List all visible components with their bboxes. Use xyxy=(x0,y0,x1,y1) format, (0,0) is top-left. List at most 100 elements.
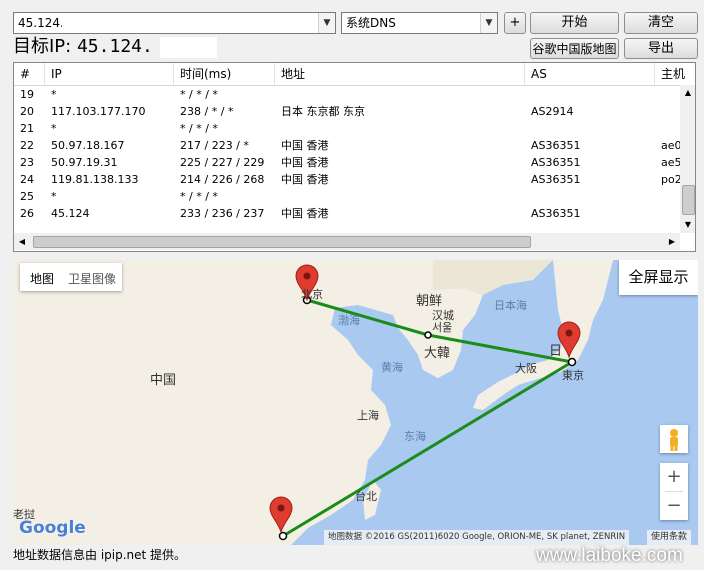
cell-ip: * xyxy=(51,88,57,101)
cell-as xyxy=(525,188,531,205)
scroll-thumb-horizontal[interactable] xyxy=(33,236,531,248)
cell-host xyxy=(655,120,661,137)
start-button[interactable]: 开始 xyxy=(530,12,619,34)
table-row[interactable]: 25 * * / * / * xyxy=(14,188,695,205)
column-header-address[interactable]: 地址 xyxy=(275,63,525,85)
cell-time: * / * / * xyxy=(180,190,218,203)
cell-host: po2 xyxy=(661,173,682,186)
cell-as: AS36351 xyxy=(531,207,581,220)
cell-as: AS36351 xyxy=(531,156,581,169)
cell-host: ae5 xyxy=(661,156,682,169)
target-ip-redaction xyxy=(160,37,217,58)
chevron-down-icon[interactable]: ▼ xyxy=(480,13,497,33)
map-label-tokyo: 東京 xyxy=(562,369,584,382)
cell-as: AS2914 xyxy=(531,105,574,118)
table-row[interactable]: 23 50.97.19.31 225 / 227 / 229 中国 香港 AS36351… xyxy=(14,154,695,171)
cell-address: 中国 香港 xyxy=(281,207,329,220)
route-node-seoul xyxy=(424,331,432,339)
cell-num: 20 xyxy=(20,105,34,118)
cell-as: AS36351 xyxy=(531,139,581,152)
cell-num: 22 xyxy=(20,139,34,152)
scroll-left-arrow[interactable]: ◀ xyxy=(14,233,30,250)
map-label-beijing: 北京 xyxy=(301,288,323,301)
host-redaction xyxy=(62,16,106,30)
route-map[interactable]: 北京 渤海 朝鲜 汉城 서울 大韓 日本海 日 東京 大阪 中国 黄海 上海 东… xyxy=(13,260,698,545)
clear-button[interactable]: 清空 xyxy=(624,12,698,34)
table-row[interactable]: 19 * * / * / * xyxy=(14,86,695,103)
cell-time: * / * / * xyxy=(180,88,218,101)
dns-value: 系统DNS xyxy=(346,16,396,30)
export-button[interactable]: 导出 xyxy=(624,38,698,59)
add-button[interactable]: + xyxy=(504,12,526,34)
map-label-yellow-sea: 黄海 xyxy=(381,361,403,374)
map-attribution: 地图数据 ©2016 GS(2011)6020 Google, ORION-ME… xyxy=(324,530,630,545)
chevron-down-icon[interactable]: ▼ xyxy=(318,13,335,33)
table-row[interactable]: 26 45.124 233 / 236 / 237 中国 香港 AS36351 xyxy=(14,205,695,222)
column-header-time[interactable]: 时间(ms) xyxy=(174,63,275,85)
cell-host xyxy=(655,103,661,120)
zoom-in-button[interactable]: + xyxy=(660,463,688,491)
column-header-host[interactable]: 主机 xyxy=(655,63,695,85)
cell-ip: 50.97.18.167 xyxy=(51,139,125,152)
column-header-num[interactable]: # xyxy=(14,63,45,85)
map-label-east-sea: 东海 xyxy=(404,430,426,443)
cell-ip: * xyxy=(51,190,57,203)
table-row[interactable]: 21 * * / * / * xyxy=(14,120,695,137)
cell-num: 21 xyxy=(20,122,34,135)
scroll-down-arrow[interactable]: ▼ xyxy=(680,217,695,233)
scroll-thumb-vertical[interactable] xyxy=(682,185,695,215)
terms-link[interactable]: 使用条款 xyxy=(647,530,692,545)
horizontal-scrollbar[interactable]: ◀ ▶ xyxy=(14,233,680,250)
cell-time: 238 / * / * xyxy=(180,105,234,118)
pegman-svg xyxy=(670,429,678,451)
scroll-up-arrow[interactable]: ▲ xyxy=(680,85,695,101)
cell-num: 24 xyxy=(20,173,34,186)
watermark: www.laiboke.com xyxy=(536,545,683,566)
cell-num: 25 xyxy=(20,190,34,203)
street-view-pegman-icon[interactable] xyxy=(660,425,688,453)
cell-address xyxy=(275,120,281,137)
target-ip-label: 目标IP: 45.124. xyxy=(13,36,153,57)
cell-address xyxy=(275,188,281,205)
cell-ip: 117.103.177.170 xyxy=(51,105,146,118)
scroll-right-arrow[interactable]: ▶ xyxy=(664,233,680,250)
table-row[interactable]: 20 117.103.177.170 238 / * / * 日本 东京都 东京 AS2… xyxy=(14,103,695,120)
cell-ip: 119.81.138.133 xyxy=(51,173,139,186)
cell-time: 217 / 223 / * xyxy=(180,139,249,152)
cell-as xyxy=(525,120,531,137)
map-label-shanghai: 上海 xyxy=(357,409,379,422)
column-header-ip[interactable]: IP xyxy=(45,63,174,85)
map-type-control: 地图 卫星图像 xyxy=(20,263,122,291)
route-node-hongkong xyxy=(278,531,288,541)
map-label-south-korea: 大韓 xyxy=(424,346,451,361)
cell-time: 233 / 236 / 237 xyxy=(180,207,265,220)
cell-num: 26 xyxy=(20,207,34,220)
route-node-tokyo xyxy=(567,357,577,367)
column-header-as[interactable]: AS xyxy=(525,63,655,85)
cell-ip: * xyxy=(51,122,57,135)
map-label-bohai: 渤海 xyxy=(338,314,360,327)
dns-combobox[interactable]: 系统DNS ▼ xyxy=(341,12,498,34)
cell-host xyxy=(655,86,661,103)
zoom-out-button[interactable]: − xyxy=(660,492,688,520)
table-row[interactable]: 24 119.81.138.133 214 / 226 / 268 中国 香港 AS36… xyxy=(14,171,695,188)
tab-map[interactable]: 地图 xyxy=(30,270,54,287)
table-header: # IP 时间(ms) 地址 AS 主机 xyxy=(14,63,695,86)
google-china-map-button[interactable]: 谷歌中国版地图 xyxy=(530,38,619,59)
cell-num: 23 xyxy=(20,156,34,169)
trace-table[interactable]: # IP 时间(ms) 地址 AS 主机 19 * * / * / * 20 117.1… xyxy=(13,62,696,252)
map-label-osaka: 大阪 xyxy=(515,362,537,375)
google-logo: Google xyxy=(19,518,86,538)
host-value: 45.124. xyxy=(18,16,64,30)
fullscreen-button[interactable]: 全屏显示 xyxy=(619,260,698,295)
attribution-text: 地图数据 ©2016 GS(2011)6020 Google, ORION-ME… xyxy=(328,532,626,542)
zoom-control: + − xyxy=(660,463,688,520)
host-combobox[interactable]: 45.124. ▼ xyxy=(13,12,336,34)
cell-ip: 45.124 xyxy=(51,207,90,220)
cell-time: 225 / 227 / 229 xyxy=(180,156,265,169)
vertical-scrollbar[interactable]: ▲ ▼ xyxy=(680,85,695,233)
cell-host xyxy=(655,188,661,205)
tab-satellite[interactable]: 卫星图像 xyxy=(68,270,116,287)
table-row[interactable]: 22 50.97.18.167 217 / 223 / * 中国 香港 AS36351 a… xyxy=(14,137,695,154)
cell-host xyxy=(655,205,661,222)
